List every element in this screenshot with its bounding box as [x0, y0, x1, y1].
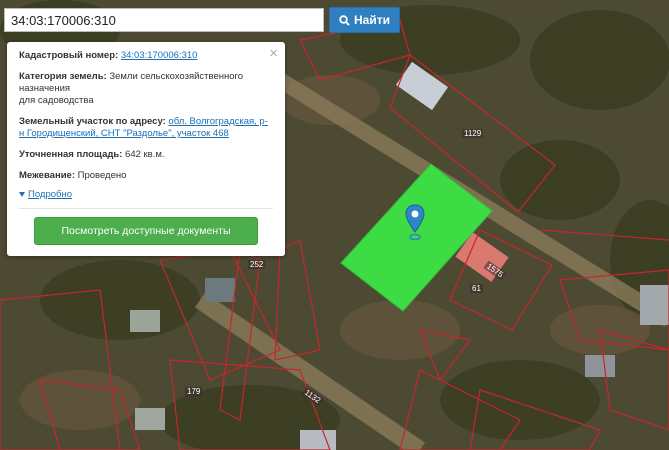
- area-value: 642 кв.м.: [125, 149, 165, 160]
- search-input[interactable]: [4, 8, 324, 32]
- cadastral-label: Кадастровый номер:: [19, 50, 119, 61]
- map-pin-icon[interactable]: [404, 204, 426, 244]
- area-row: Уточненная площадь: 642 кв.м.: [19, 149, 273, 161]
- survey-value: Проведено: [77, 170, 127, 181]
- cadastral-link[interactable]: 34:03:170006:310: [121, 50, 198, 61]
- address-row: Земельный участок по адресу: обл. Волгог…: [19, 116, 273, 140]
- divider: [19, 208, 273, 209]
- category-value-3: для садоводства: [19, 95, 94, 106]
- more-details-link[interactable]: Подробно: [19, 189, 273, 200]
- category-value-2: назначения: [19, 83, 71, 94]
- category-label: Категория земель:: [19, 71, 107, 82]
- survey-label: Межевание:: [19, 170, 75, 181]
- parcel-label: 61: [470, 284, 483, 293]
- category-row: Категория земель: Земли сельскохозяйстве…: [19, 71, 273, 107]
- cadastral-row: Кадастровый номер: 34:03:170006:310: [19, 50, 273, 62]
- parcel-label: 252: [248, 260, 266, 269]
- parcel-info-popup: × Кадастровый номер: 34:03:170006:310 Ка…: [7, 42, 285, 256]
- parcel-label: 1129: [462, 129, 484, 138]
- category-value-1: Земли сельскохозяйственного: [109, 71, 244, 82]
- survey-row: Межевание: Проведено: [19, 170, 273, 182]
- parcel-label: 179: [185, 387, 203, 396]
- area-label: Уточненная площадь:: [19, 149, 123, 160]
- search-bar: Найти: [4, 7, 400, 33]
- search-button-label: Найти: [354, 13, 390, 27]
- triangle-down-icon: [19, 192, 25, 197]
- more-details-label: Подробно: [28, 189, 72, 200]
- address-label: Земельный участок по адресу:: [19, 116, 166, 127]
- search-button[interactable]: Найти: [329, 7, 400, 33]
- close-icon[interactable]: ×: [269, 45, 278, 62]
- view-documents-button[interactable]: Посмотреть доступные документы: [34, 217, 258, 245]
- search-icon: [339, 14, 350, 26]
